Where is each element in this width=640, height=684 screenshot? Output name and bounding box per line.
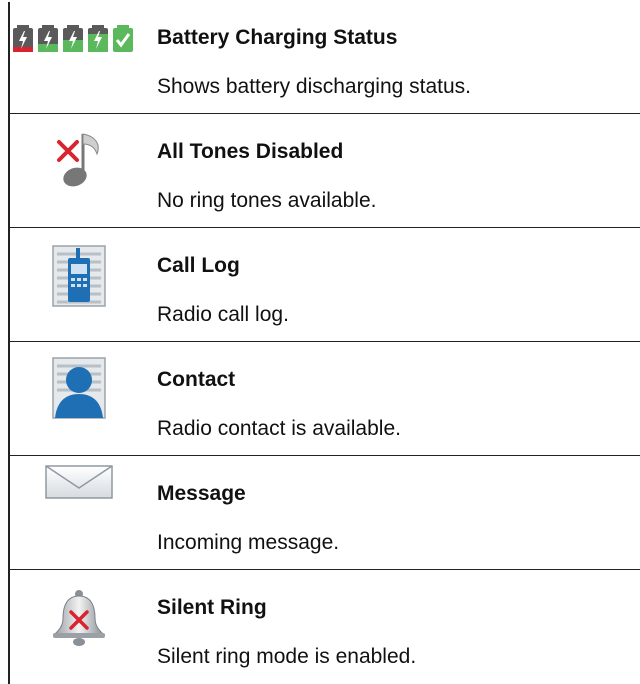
row-title: Call Log xyxy=(157,254,240,277)
row-description: Incoming message. xyxy=(157,531,340,554)
row-title: Battery Charging Status xyxy=(157,26,398,49)
table-row: Silent Ring Silent ring mode is enabled. xyxy=(10,570,640,682)
table-row: Battery Charging Status Shows battery di… xyxy=(10,0,640,114)
silent-ring-icon xyxy=(53,590,105,646)
table-row: All Tones Disabled No ring tones availab… xyxy=(10,114,640,228)
icon-cell xyxy=(10,0,148,113)
row-description: Shows battery discharging status. xyxy=(157,75,471,98)
row-description: No ring tones available. xyxy=(157,189,377,212)
table-row: Contact Radio contact is available. xyxy=(10,342,640,456)
row-title: Contact xyxy=(157,368,236,391)
call-log-icon xyxy=(52,245,106,307)
message-icon xyxy=(45,465,113,499)
table-row: Call Log Radio call log. xyxy=(10,228,640,342)
icon-cell xyxy=(10,342,148,455)
contact-icon xyxy=(52,357,106,419)
icon-table: Battery Charging Status Shows battery di… xyxy=(8,2,640,684)
table-row: Message Incoming message. xyxy=(10,456,640,570)
icon-cell xyxy=(10,228,148,341)
row-title: Message xyxy=(157,482,246,505)
battery-charging-icon xyxy=(13,25,133,52)
icon-cell xyxy=(10,114,148,227)
row-description: Radio call log. xyxy=(157,303,289,326)
row-description: Radio contact is available. xyxy=(157,417,401,440)
icon-cell xyxy=(10,570,148,682)
row-description: Silent ring mode is enabled. xyxy=(157,645,417,668)
icon-cell xyxy=(10,456,148,569)
row-title: All Tones Disabled xyxy=(157,140,344,163)
row-title: Silent Ring xyxy=(157,596,267,619)
tones-disabled-icon xyxy=(57,133,99,187)
